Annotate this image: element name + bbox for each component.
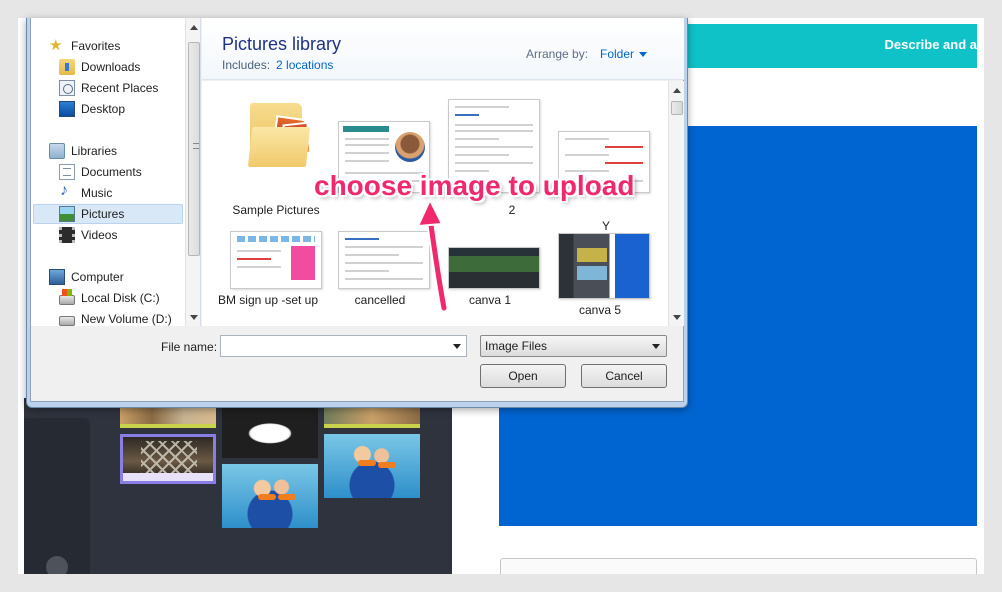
nav-item-favorites[interactable]: Favorites [49,36,200,56]
nav-item-label: Desktop [81,102,126,116]
file-type-value: Image Files [485,339,548,353]
chevron-down-icon[interactable] [639,52,647,57]
annotation-arrow-icon [416,197,449,313]
arrange-by-label: Arrange by: [526,47,589,61]
drive-icon [59,316,75,326]
nav-item-label: Downloads [81,60,141,74]
open-file-dialog: Favorites Downloads Recent Places Deskto… [26,18,688,408]
file-label: canva 5 [578,303,622,317]
app-header-text: Describe and a [884,37,978,52]
nav-item-desktop[interactable]: Desktop [59,99,200,119]
videos-icon [59,227,75,243]
image-thumbnail [230,231,322,289]
music-icon [59,182,75,201]
nav-item-pictures[interactable]: Pictures [33,204,183,224]
nav-item-new-volume-d[interactable]: New Volume (D:) [59,309,200,326]
nav-item-label: Computer [71,270,124,284]
nav-item-local-disk-c[interactable]: Local Disk (C:) [59,288,200,308]
image-thumbnail [558,233,650,299]
libraries-icon [49,143,65,159]
nav-item-label: Documents [81,165,142,179]
nav-item-videos[interactable]: Videos [59,225,200,245]
gallery-image-pool[interactable] [222,464,318,528]
downloads-folder-icon [59,59,75,75]
arm-float-shape [378,462,396,468]
file-type-select[interactable]: Image Files [480,335,667,357]
library-header: Pictures library Includes: 2 locations Ar… [202,18,684,80]
open-button[interactable]: Open [480,364,566,388]
grip-icon [193,143,199,149]
cancel-button[interactable]: Cancel [581,364,667,388]
nav-item-label: Videos [81,228,118,242]
scroll-up-arrow-icon[interactable] [190,25,198,30]
scroll-down-arrow-icon[interactable] [673,315,681,320]
local-disk-icon [59,289,75,305]
file-name-label: File name: [161,340,218,354]
documents-icon [59,164,75,180]
folder-icon [247,103,312,167]
bottom-input-box[interactable] [500,558,977,574]
file-label: 2 [508,203,516,217]
computer-icon [49,269,65,285]
image-thumbnail [448,247,540,289]
gallery-image[interactable] [120,408,216,428]
nav-item-label: Favorites [71,39,121,53]
locations-link[interactable]: 2 locations [276,58,333,72]
file-label: Sample Pictures [232,203,320,217]
star-icon [49,36,65,54]
nav-item-downloads[interactable]: Downloads [59,57,200,77]
nav-item-documents[interactable]: Documents [59,162,200,182]
nav-item-label: Recent Places [81,81,159,95]
avatar [395,132,425,162]
arm-float-shape [358,460,376,466]
dialog-body: Favorites Downloads Recent Places Deskto… [30,18,684,402]
side-circle-button[interactable] [46,556,68,574]
pictures-icon [59,206,75,222]
scroll-down-arrow-icon[interactable] [190,315,198,320]
nav-item-label: Libraries [71,144,118,158]
file-item-bm-sign-up[interactable]: BM sign up -set up [214,231,322,326]
scroll-thumb[interactable] [188,42,200,256]
recent-places-icon [59,80,75,96]
nav-item-label: Local Disk (C:) [81,291,160,305]
gallery-image[interactable] [324,408,420,428]
library-includes: Includes: 2 locations [222,58,333,72]
navigation-pane[interactable]: Favorites Downloads Recent Places Deskto… [31,18,201,326]
arrange-by-dropdown[interactable]: Folder [600,47,634,61]
side-tool-panel [24,418,90,574]
nav-item-label: Pictures [81,207,125,221]
annotation-text: choose image to upload [314,170,635,201]
files-scrollbar[interactable] [668,81,684,326]
nav-scrollbar[interactable] [185,18,200,326]
chevron-down-icon[interactable] [453,344,461,349]
image-caption-strip [123,473,213,481]
gallery-image-coffee[interactable] [222,402,318,458]
gallery-image-window[interactable] [120,434,216,484]
scroll-up-arrow-icon[interactable] [673,88,681,93]
desktop-icon [59,101,75,117]
arm-float-shape [258,494,276,500]
scroll-thumb[interactable] [671,101,683,115]
nav-item-computer[interactable]: Computer [49,267,200,287]
file-name-input[interactable] [220,335,467,357]
nav-item-libraries[interactable]: Libraries [49,141,200,161]
nav-item-music[interactable]: Music [59,182,200,203]
gallery-image-pool[interactable] [324,434,420,498]
arm-float-shape [278,494,296,500]
chevron-down-icon [652,344,660,349]
nav-item-label: Music [81,186,113,200]
file-item-canva-5[interactable]: canva 5 [546,231,654,326]
nav-item-label: New Volume (D:) [81,312,172,326]
file-label: BM sign up -set up [217,293,319,307]
nav-item-recent-places[interactable]: Recent Places [59,78,200,98]
includes-label: Includes: [222,58,271,72]
library-title: Pictures library [222,34,342,54]
window-pane-pattern [141,441,197,475]
